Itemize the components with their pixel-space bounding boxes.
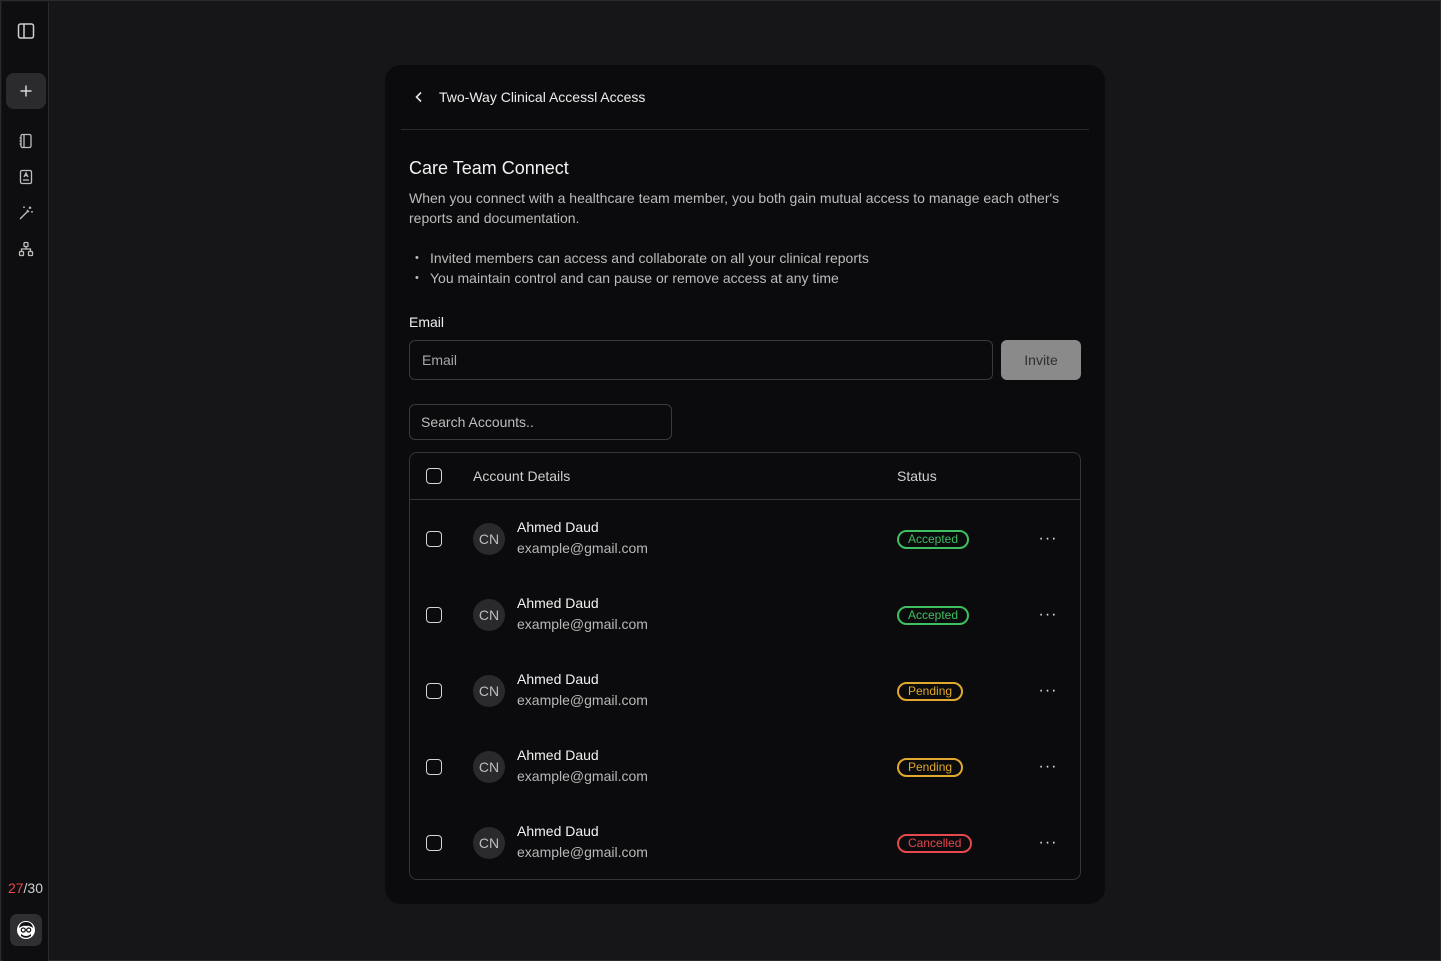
app-frame: 27/30 Two-Way Clinical Accessl Access Ca… [0, 0, 1441, 961]
plus-icon [20, 85, 32, 97]
search-accounts-input[interactable] [409, 404, 672, 440]
account-email: example@gmail.com [517, 768, 648, 784]
more-options-icon[interactable]: ··· [1036, 603, 1060, 627]
feature-list: Invited members can access and collabora… [415, 248, 869, 288]
table-row: CN Ahmed Daud example@gmail.com Pending … [410, 729, 1080, 805]
sidebar: 27/30 [2, 2, 49, 961]
feature-item: Invited members can access and collabora… [415, 248, 869, 268]
status-badge: Cancelled [897, 834, 973, 853]
status-badge: Accepted [897, 606, 970, 625]
account-email: example@gmail.com [517, 844, 648, 860]
email-label: Email [409, 314, 445, 330]
more-options-icon[interactable]: ··· [1036, 831, 1060, 855]
page-title: Care Team Connect [409, 158, 569, 178]
usage-counter: 27/30 [2, 880, 49, 896]
usage-total: /30 [23, 880, 44, 896]
org-chart-icon[interactable] [2, 237, 49, 261]
row-checkbox[interactable] [426, 835, 442, 851]
more-options-icon[interactable]: ··· [1036, 679, 1060, 703]
more-options-icon[interactable]: ··· [1036, 527, 1060, 551]
user-avatar-button[interactable] [10, 914, 42, 946]
breadcrumb-title: Two-Way Clinical Accessl Access [439, 89, 646, 105]
account-name: Ahmed Daud [517, 519, 599, 535]
avatar: CN [473, 675, 505, 707]
avatar: CN [473, 523, 505, 555]
email-field[interactable] [409, 340, 993, 380]
table-row: CN Ahmed Daud example@gmail.com Accepted… [410, 577, 1080, 653]
card-header: Two-Way Clinical Accessl Access [401, 65, 1089, 130]
account-name: Ahmed Daud [517, 671, 599, 687]
user-avatar-icon [17, 921, 35, 939]
usage-used: 27 [7, 880, 24, 896]
table-row: CN Ahmed Daud example@gmail.com Accepted… [410, 501, 1080, 577]
row-checkbox[interactable] [426, 683, 442, 699]
contact-book-icon[interactable] [2, 165, 49, 189]
care-team-card: Two-Way Clinical Accessl Access Care Tea… [385, 65, 1105, 904]
table-row: CN Ahmed Daud example@gmail.com Cancelle… [410, 805, 1080, 881]
column-header-account: Account Details [473, 468, 571, 484]
account-email: example@gmail.com [517, 692, 648, 708]
chevron-left-icon[interactable] [411, 89, 427, 105]
status-badge: Pending [897, 758, 964, 777]
sidebar-toggle-icon[interactable] [2, 19, 49, 43]
feature-item: You maintain control and can pause or re… [415, 268, 869, 288]
more-options-icon[interactable]: ··· [1036, 755, 1060, 779]
account-name: Ahmed Daud [517, 747, 599, 763]
row-checkbox[interactable] [426, 531, 442, 547]
magic-wand-icon[interactable] [2, 201, 49, 225]
new-item-button[interactable] [6, 73, 46, 109]
account-email: example@gmail.com [517, 540, 648, 556]
invite-button[interactable]: Invite [1001, 340, 1081, 380]
status-badge: Pending [897, 682, 964, 701]
status-badge: Accepted [897, 530, 970, 549]
row-checkbox[interactable] [426, 607, 442, 623]
avatar: CN [473, 827, 505, 859]
accounts-table: Account Details Status CN Ahmed Daud exa… [409, 452, 1081, 880]
account-name: Ahmed Daud [517, 595, 599, 611]
page-description: When you connect with a healthcare team … [409, 190, 1060, 226]
notebook-icon[interactable] [2, 129, 49, 153]
column-header-status: Status [897, 468, 937, 484]
account-name: Ahmed Daud [517, 823, 599, 839]
row-checkbox[interactable] [426, 759, 442, 775]
table-row: CN Ahmed Daud example@gmail.com Pending … [410, 653, 1080, 729]
avatar: CN [473, 751, 505, 783]
table-header: Account Details Status [410, 453, 1080, 500]
avatar: CN [473, 599, 505, 631]
account-email: example@gmail.com [517, 616, 648, 632]
select-all-checkbox[interactable] [426, 468, 442, 484]
